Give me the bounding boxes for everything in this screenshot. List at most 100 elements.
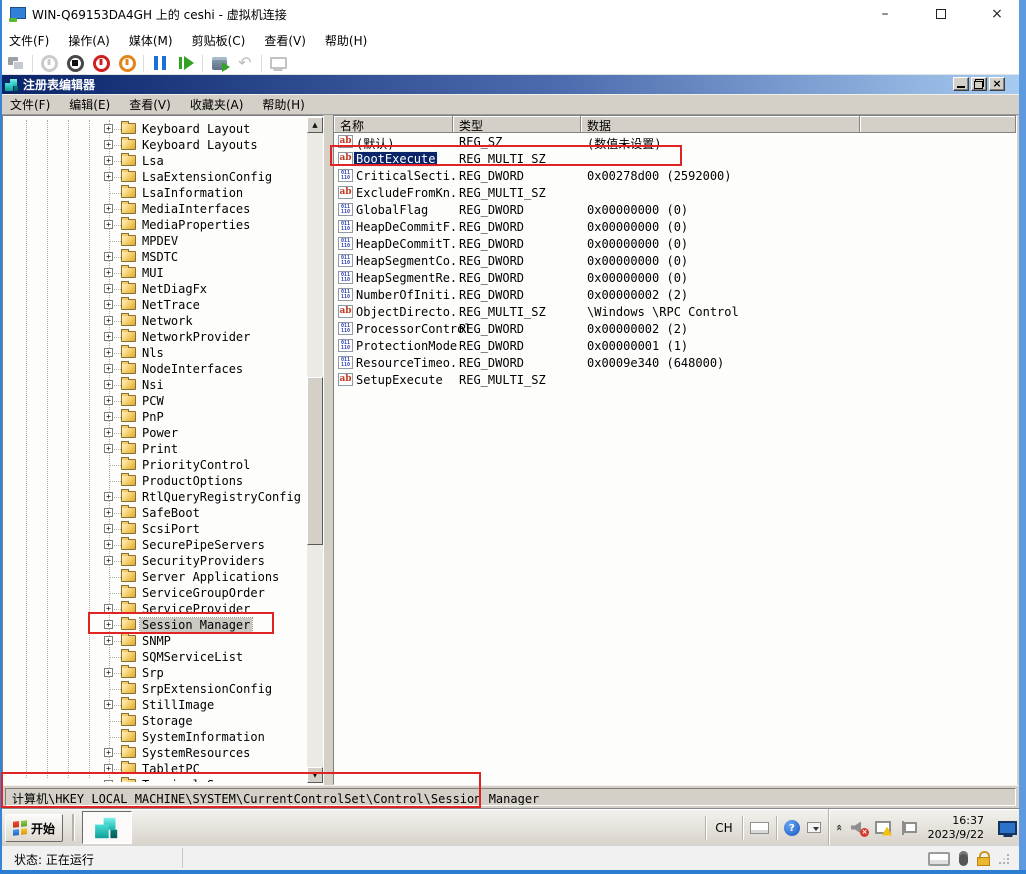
value-row[interactable]: 011110ResourceTimeo...REG_DWORD0x0009e34… (334, 354, 1016, 371)
tree-item[interactable]: +Network (3, 313, 306, 329)
scroll-up-button[interactable]: ▲ (307, 117, 323, 133)
action-center-flag-icon[interactable] (900, 821, 914, 835)
value-row[interactable]: 011110HeapSegmentRe...REG_DWORD0x0000000… (334, 269, 1016, 286)
expand-icon[interactable]: + (104, 300, 113, 309)
expand-icon[interactable]: + (104, 124, 113, 133)
regedit-menu-item[interactable]: 收藏夹(A) (190, 96, 244, 113)
expand-icon[interactable]: + (104, 524, 113, 533)
outer-menu-item[interactable]: 剪贴板(C) (192, 32, 246, 49)
tree-item[interactable]: +SecurityProviders (3, 553, 306, 569)
mouse-capture-icon[interactable] (959, 851, 968, 866)
hidden-icons-chevron[interactable]: « (834, 824, 845, 831)
tree-item[interactable]: +RtlQueryRegistryConfig (3, 489, 306, 505)
column-header-type[interactable]: 类型 (453, 116, 581, 133)
tree-item[interactable]: +Keyboard Layouts (3, 137, 306, 153)
tree-item[interactable]: +Srp (3, 665, 306, 681)
touch-keyboard-icon[interactable] (750, 822, 769, 834)
lock-icon[interactable] (977, 857, 990, 866)
language-bar-options-icon[interactable] (807, 822, 821, 833)
vm-display[interactable]: 注册表编辑器 × 文件(F)编辑(E)查看(V)收藏夹(A)帮助(H) +Key… (2, 75, 1019, 845)
tree-item[interactable]: +MSDTC (3, 249, 306, 265)
tree-item[interactable]: +StillImage (3, 697, 306, 713)
maximize-button[interactable] (926, 3, 956, 25)
value-row[interactable]: 011110HeapDeCommitT...REG_DWORD0x0000000… (334, 235, 1016, 252)
tree-item[interactable]: +NetworkProvider (3, 329, 306, 345)
keyboard-capture-icon[interactable] (928, 852, 950, 866)
expand-icon[interactable]: + (104, 556, 113, 565)
regedit-menu-item[interactable]: 帮助(H) (262, 96, 304, 113)
display-icon[interactable] (998, 821, 1017, 835)
tree-item[interactable]: LsaInformation (3, 185, 306, 201)
expand-icon[interactable]: + (104, 220, 113, 229)
minimize-button[interactable]: – (870, 3, 900, 25)
tree-item[interactable]: SQMServiceList (3, 649, 306, 665)
expand-icon[interactable]: + (104, 428, 113, 437)
outer-menu-item[interactable]: 查看(V) (264, 32, 306, 49)
tree-item[interactable]: +PnP (3, 409, 306, 425)
expand-icon[interactable]: + (104, 636, 113, 645)
tree-item[interactable]: +ScsiPort (3, 521, 306, 537)
tree-item[interactable]: +Lsa (3, 153, 306, 169)
expand-icon[interactable]: + (104, 508, 113, 517)
tree-item[interactable]: +SafeBoot (3, 505, 306, 521)
outer-menu-item[interactable]: 操作(A) (68, 32, 110, 49)
tree-item[interactable]: +PCW (3, 393, 306, 409)
turn-off-button[interactable] (62, 52, 88, 74)
tree-item[interactable]: Storage (3, 713, 306, 729)
taskbar-regedit-button[interactable] (82, 811, 132, 844)
expand-icon[interactable]: + (104, 332, 113, 341)
save-button[interactable] (114, 52, 140, 74)
tree-item[interactable]: +NetDiagFx (3, 281, 306, 297)
regedit-close-button[interactable]: × (989, 77, 1005, 91)
expand-icon[interactable]: + (104, 668, 113, 677)
close-button[interactable]: × (982, 3, 1012, 25)
expand-icon[interactable]: + (104, 156, 113, 165)
shutdown-button[interactable] (88, 52, 114, 74)
expand-icon[interactable]: + (104, 316, 113, 325)
value-row[interactable]: 011110GlobalFlagREG_DWORD0x00000000 (0) (334, 201, 1016, 218)
help-icon[interactable] (784, 820, 800, 836)
expand-icon[interactable]: + (104, 380, 113, 389)
expand-icon[interactable]: + (104, 748, 113, 757)
tree-item[interactable]: Server Applications (3, 569, 306, 585)
tree-item[interactable]: ServiceGroupOrder (3, 585, 306, 601)
expand-icon[interactable]: + (104, 700, 113, 709)
expand-icon[interactable]: + (104, 492, 113, 501)
taskbar-clock[interactable]: 16:37 2023/9/22 (922, 814, 984, 842)
expand-icon[interactable]: + (104, 364, 113, 373)
regedit-minimize-button[interactable] (953, 77, 969, 91)
value-row[interactable]: abObjectDirecto...REG_MULTI_SZ\Windows \… (334, 303, 1016, 320)
outer-menu-item[interactable]: 帮助(H) (325, 32, 367, 49)
tree-item[interactable]: +Nsi (3, 377, 306, 393)
expand-icon[interactable]: + (104, 396, 113, 405)
value-row[interactable]: abExcludeFromKn...REG_MULTI_SZ (334, 184, 1016, 201)
tree-item[interactable]: +NodeInterfaces (3, 361, 306, 377)
tree-item[interactable]: SystemInformation (3, 729, 306, 745)
value-row[interactable]: abSetupExecuteREG_MULTI_SZ (334, 371, 1016, 388)
resize-grip[interactable] (999, 854, 1009, 864)
tree-item[interactable]: +Nls (3, 345, 306, 361)
expand-icon[interactable]: + (104, 444, 113, 453)
value-row[interactable]: 011110CriticalSecti...REG_DWORD0x00278d0… (334, 167, 1016, 184)
value-row[interactable]: 011110ProcessorControlREG_DWORD0x0000000… (334, 320, 1016, 337)
network-warning-icon[interactable] (875, 821, 892, 835)
tree-scrollbar[interactable]: ▲ ▼ (307, 117, 323, 783)
regedit-menu-item[interactable]: 查看(V) (129, 96, 171, 113)
column-header-data[interactable]: 数据 (581, 116, 860, 133)
tree-item[interactable]: SrpExtensionConfig (3, 681, 306, 697)
expand-icon[interactable]: + (104, 284, 113, 293)
tree-item[interactable]: +SecurePipeServers (3, 537, 306, 553)
tree-item[interactable]: ProductOptions (3, 473, 306, 489)
tree-item[interactable]: PriorityControl (3, 457, 306, 473)
pause-button[interactable] (147, 52, 173, 74)
tree-item[interactable]: +Keyboard Layout (3, 121, 306, 137)
expand-icon[interactable]: + (104, 412, 113, 421)
regedit-menu-item[interactable]: 编辑(E) (69, 96, 110, 113)
outer-menu-item[interactable]: 媒体(M) (129, 32, 173, 49)
value-row[interactable]: 011110ProtectionModeREG_DWORD0x00000001 … (334, 337, 1016, 354)
regedit-menu-item[interactable]: 文件(F) (10, 96, 50, 113)
expand-icon[interactable]: + (104, 252, 113, 261)
value-row[interactable]: 011110HeapDeCommitF...REG_DWORD0x0000000… (334, 218, 1016, 235)
tree-item[interactable]: +Power (3, 425, 306, 441)
outer-menu-item[interactable]: 文件(F) (9, 32, 49, 49)
